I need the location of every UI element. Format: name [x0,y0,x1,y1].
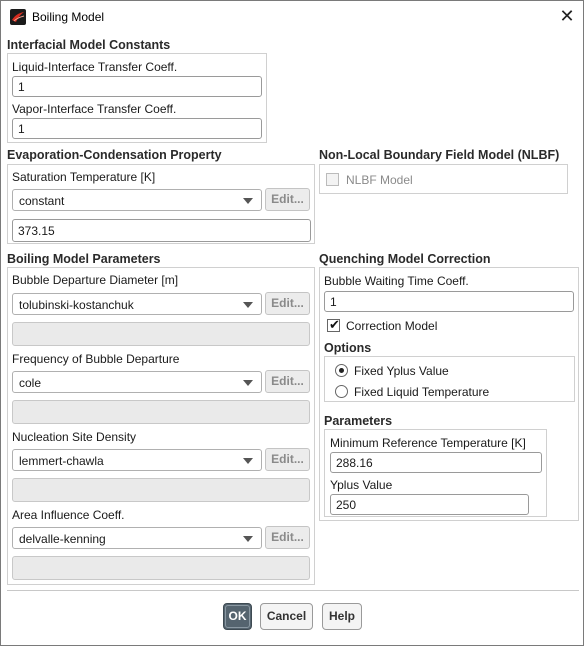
liquid-interface-label: Liquid-Interface Transfer Coeff. [12,60,178,74]
nlbf-model-label: NLBF Model [346,173,413,187]
bubble-waiting-time-input[interactable] [324,291,574,312]
nucleation-site-density-edit-button[interactable]: Edit... [265,448,310,471]
nucleation-site-density-value: lemmert-chawla [19,454,104,468]
cancel-button[interactable]: Cancel [260,603,313,630]
boiling-section-title: Boiling Model Parameters [7,252,161,266]
min-ref-temp-label: Minimum Reference Temperature [K] [330,436,526,450]
bubble-departure-diameter-select[interactable]: tolubinski-kostanchuk [12,293,262,315]
min-ref-temp-input[interactable] [330,452,542,473]
vapor-interface-label: Vapor-Interface Transfer Coeff. [12,102,177,116]
area-influence-edit-button[interactable]: Edit... [265,526,310,549]
vapor-interface-input[interactable] [12,118,262,139]
title-bar: Boiling Model ✕ [1,1,583,33]
bubble-departure-diameter-value: tolubinski-kostanchuk [19,298,134,312]
fixed-liquid-temp-radio[interactable] [335,385,348,398]
bubble-frequency-select[interactable]: cole [12,371,262,393]
bubble-frequency-edit-button[interactable]: Edit... [265,370,310,393]
options-group: Fixed Yplus Value Fixed Liquid Temperatu… [324,356,575,402]
footer-separator [7,590,579,591]
quenching-group: Bubble Waiting Time Coeff. ✔ Correction … [319,267,579,521]
yplus-value-input[interactable] [330,494,529,515]
ok-button-label: OK [228,609,247,623]
nlbf-model-checkbox[interactable] [326,173,339,186]
window-title: Boiling Model [32,10,105,24]
bubble-departure-diameter-field [12,322,310,346]
chevron-down-icon [243,380,253,386]
fluent-app-icon [10,9,26,25]
area-influence-field [12,556,310,580]
correction-model-checkbox[interactable]: ✔ [327,317,340,332]
area-influence-label: Area Influence Coeff. [12,508,125,522]
saturation-temp-input[interactable] [12,219,311,242]
nlbf-group: NLBF Model [319,164,568,194]
area-influence-select[interactable]: delvalle-kenning [12,527,262,549]
correction-model-label: Correction Model [346,319,438,333]
nucleation-site-density-field [12,478,310,502]
options-title: Options [324,341,372,355]
chevron-down-icon [243,302,253,308]
yplus-value-label: Yplus Value [330,478,393,492]
chevron-down-icon [243,198,253,204]
bubble-frequency-value: cole [19,376,42,390]
boiling-group: Bubble Departure Diameter [m] tolubinski… [7,267,315,585]
saturation-temp-label: Saturation Temperature [K] [12,170,156,184]
interfacial-section-title: Interfacial Model Constants [7,38,171,52]
evaporation-section-title: Evaporation-Condensation Property [7,148,222,162]
area-influence-value: delvalle-kenning [19,532,106,546]
saturation-temp-method-value: constant [19,194,65,208]
help-button[interactable]: Help [322,603,362,630]
liquid-interface-input[interactable] [12,76,262,97]
evaporation-group: Saturation Temperature [K] constant Edit… [7,164,315,244]
nlbf-section-title: Non-Local Boundary Field Model (NLBF) [319,148,560,162]
bubble-departure-diameter-edit-button[interactable]: Edit... [265,292,310,315]
fixed-yplus-radio[interactable] [335,364,348,377]
saturation-temp-edit-button[interactable]: Edit... [265,188,310,211]
bubble-frequency-field [12,400,310,424]
interfacial-group: Liquid-Interface Transfer Coeff. Vapor-I… [7,53,267,143]
ok-button[interactable]: OK [223,603,252,630]
bubble-frequency-label: Frequency of Bubble Departure [12,352,180,366]
checkmark-icon: ✔ [329,317,340,332]
boiling-model-dialog: Boiling Model ✕ Interfacial Model Consta… [0,0,584,646]
quenching-section-title: Quenching Model Correction [319,252,491,266]
nucleation-site-density-select[interactable]: lemmert-chawla [12,449,262,471]
bubble-departure-diameter-label: Bubble Departure Diameter [m] [12,273,179,287]
parameters-title: Parameters [324,414,393,428]
fixed-yplus-label: Fixed Yplus Value [354,364,449,378]
saturation-temp-method-select[interactable]: constant [12,189,262,211]
close-icon[interactable]: ✕ [556,5,578,27]
radio-selected-dot [339,368,344,373]
parameters-group: Minimum Reference Temperature [K] Yplus … [324,429,547,517]
bubble-waiting-time-label: Bubble Waiting Time Coeff. [324,274,469,288]
fixed-liquid-temp-label: Fixed Liquid Temperature [354,385,490,399]
chevron-down-icon [243,536,253,542]
nucleation-site-density-label: Nucleation Site Density [12,430,137,444]
chevron-down-icon [243,458,253,464]
